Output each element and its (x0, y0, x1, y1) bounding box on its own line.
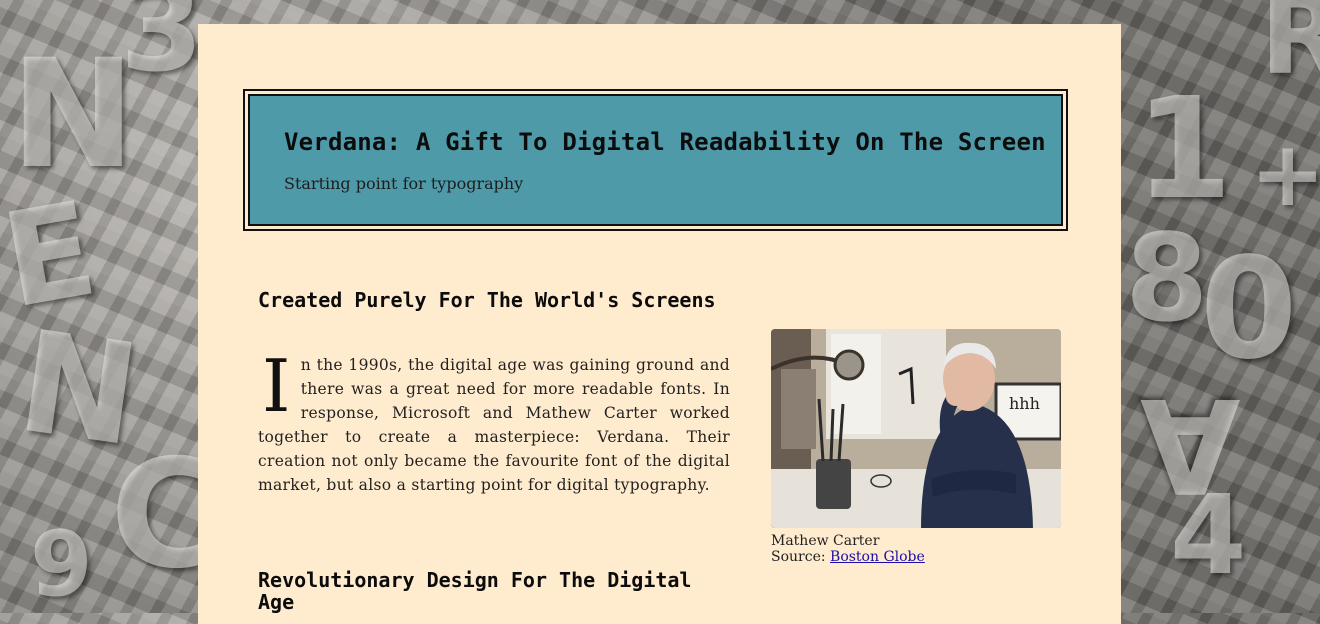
background-glyph: 3 (120, 0, 204, 99)
section-paragraph: In the 1990s, the digital age was gainin… (258, 344, 730, 497)
section-heading-revolutionary: Revolutionary Design For The Digital Age (258, 568, 692, 614)
background-glyph: 0 (1200, 228, 1298, 391)
background-glyph: R (1260, 0, 1320, 99)
background-glyph: + (1250, 122, 1320, 227)
background-glyph: N (10, 28, 136, 202)
background-glyph: 9 (30, 512, 93, 613)
source-link[interactable]: Boston Globe (830, 549, 925, 565)
monitor-text: hhh (1009, 394, 1040, 413)
portrait-illustration: hhh (771, 329, 1061, 528)
page-subtitle: Starting point for typography (284, 174, 524, 193)
caption-source: Source: Boston Globe (771, 549, 925, 565)
caption-name: Mathew Carter (771, 533, 880, 549)
drop-cap: I (262, 344, 291, 428)
article-page: Verdana: A Gift To Digital Readability O… (198, 24, 1121, 624)
section-heading-screens: Created Purely For The World's Screens (258, 288, 716, 312)
paragraph-text: n the 1990s, the digital age was gaining… (258, 356, 730, 494)
background-glyph: 1 (1135, 68, 1233, 231)
title-banner-inner: Verdana: A Gift To Digital Readability O… (248, 94, 1063, 226)
portrait-photo: hhh (771, 329, 1061, 528)
portrait-caption: Mathew Carter Source: Boston Globe (771, 533, 925, 565)
background-glyph: 8 (1125, 210, 1209, 349)
source-label: Source: (771, 549, 826, 565)
title-banner: Verdana: A Gift To Digital Readability O… (243, 89, 1068, 231)
page-title: Verdana: A Gift To Digital Readability O… (284, 128, 1046, 156)
background-glyph: 4 (1170, 471, 1247, 599)
